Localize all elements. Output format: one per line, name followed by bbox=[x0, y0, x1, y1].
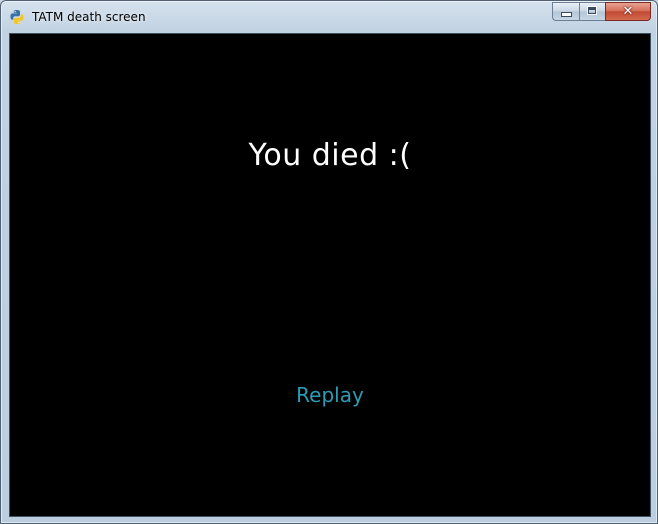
replay-button[interactable]: Replay bbox=[10, 383, 650, 407]
window-controls: ✕ bbox=[552, 2, 651, 22]
title-bar[interactable]: TATM death screen ✕ bbox=[1, 1, 657, 33]
minimize-button[interactable] bbox=[552, 2, 579, 21]
python-icon bbox=[9, 9, 25, 25]
replay-label[interactable]: Replay bbox=[296, 383, 364, 407]
close-icon: ✕ bbox=[622, 4, 634, 19]
window-title: TATM death screen bbox=[32, 10, 146, 24]
maximize-button[interactable] bbox=[579, 2, 605, 21]
death-message: You died :( bbox=[248, 138, 412, 173]
minimize-icon bbox=[562, 13, 571, 16]
desktop-background: TATM death screen ✕ You died :( Replay bbox=[0, 0, 658, 524]
game-canvas[interactable]: You died :( Replay bbox=[9, 33, 651, 517]
app-window: TATM death screen ✕ You died :( Replay bbox=[0, 0, 658, 524]
maximize-icon bbox=[587, 6, 597, 15]
close-button[interactable]: ✕ bbox=[605, 2, 651, 21]
